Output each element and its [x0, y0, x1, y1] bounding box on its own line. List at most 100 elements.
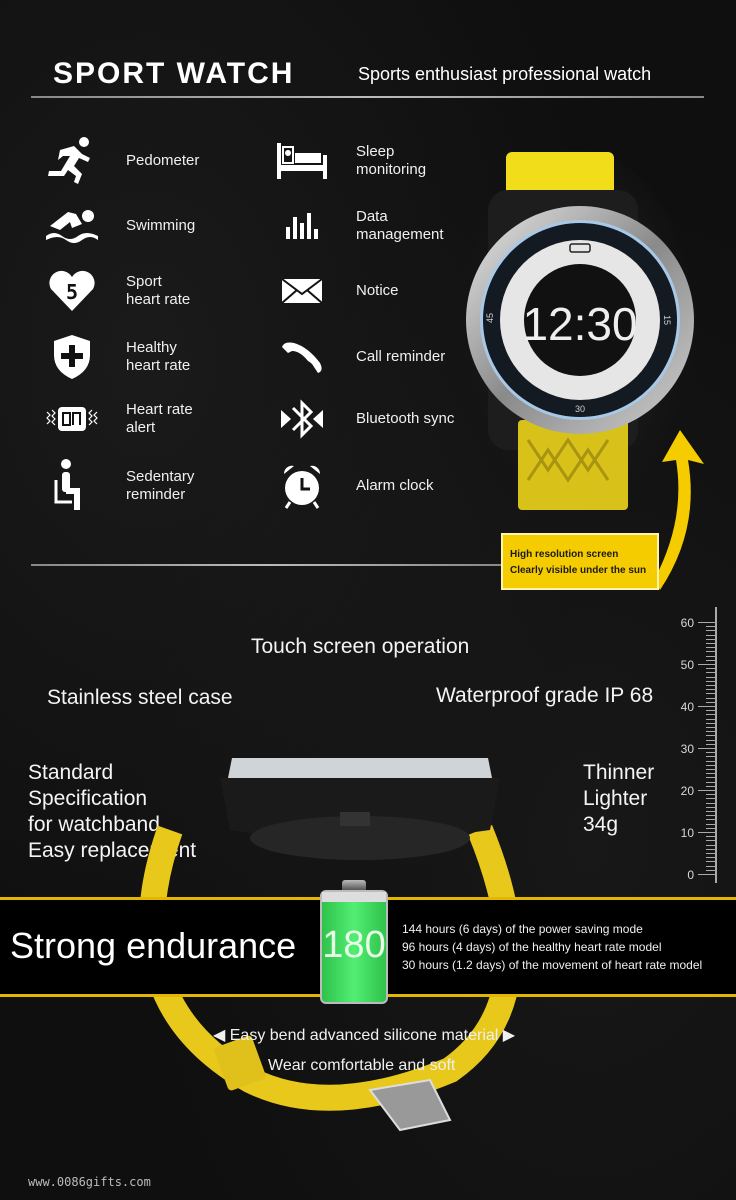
- ruler-label: 10: [680, 826, 694, 840]
- page-subtitle: Sports enthusiast professional watch: [358, 64, 652, 84]
- running-person-icon: [42, 137, 102, 184]
- ruler-tick: [698, 874, 715, 875]
- website-link[interactable]: www.0086gifts.com: [28, 1175, 151, 1189]
- swimmer-icon: [42, 203, 102, 249]
- ruler-label: 40: [680, 700, 694, 714]
- page-title: SPORT WATCH: [53, 57, 295, 90]
- ruler-tick: [706, 680, 715, 682]
- ruler-label: 0: [687, 868, 694, 882]
- ruler-tick: [706, 626, 715, 628]
- ruler-tick: [706, 743, 715, 745]
- ruler-tick: [706, 777, 715, 779]
- alarm-clock-icon: [272, 463, 332, 509]
- stat-line: 30 hours (1.2 days) of the movement of h…: [402, 958, 703, 972]
- ruler-tick: [706, 819, 715, 821]
- material-line-1: ◀ Easy bend advanced silicone material ▶: [213, 1027, 516, 1044]
- ruler-tick: [706, 811, 715, 812]
- ruler-tick: [706, 659, 715, 661]
- feature-sedentary-reminder: Sedentary reminder: [42, 459, 266, 510]
- ruler-tick: [706, 756, 715, 758]
- ruler-tick: [706, 634, 715, 636]
- ruler-tick: [706, 840, 715, 842]
- ruler-tick: [706, 647, 715, 649]
- bezel-label-15: 15: [662, 315, 672, 325]
- feature-heart-rate-alert: Heart rate alert: [42, 396, 266, 442]
- ruler-tick: [698, 706, 715, 707]
- battery-icon: 180: [320, 880, 388, 1004]
- ruler-tick: [706, 806, 715, 808]
- stat-line: 96 hours (4 days) of the healthy heart r…: [402, 940, 662, 954]
- shield-plus-icon: [42, 334, 102, 380]
- spec-case: Stainless steel case: [47, 686, 233, 709]
- ruler-label: 60: [680, 616, 694, 630]
- ruler-tick: [706, 861, 715, 863]
- feature-label: Pedometer: [126, 152, 200, 169]
- feature-pedometer: Pedometer: [42, 137, 266, 184]
- ruler-tick: [706, 760, 715, 762]
- stat-line: 144 hours (6 days) of the power saving m…: [402, 922, 643, 936]
- ruler-tick: [706, 739, 715, 741]
- ruler-tick: [706, 693, 715, 695]
- ruler-tick: [706, 769, 715, 770]
- ruler-tick: [706, 815, 715, 817]
- vibrating-alert-icon: [42, 396, 102, 442]
- ruler-tick: [706, 701, 715, 703]
- ruler-tick: [706, 827, 715, 829]
- svg-text:5: 5: [66, 280, 78, 304]
- ruler-tick: [706, 731, 715, 733]
- spec-waterproof: Waterproof grade IP 68: [436, 684, 654, 707]
- ruler-tick: [706, 785, 715, 787]
- bed-icon: [272, 138, 332, 184]
- ruler-tick: [706, 802, 715, 804]
- seated-person-icon: [42, 459, 102, 510]
- ruler-tick: [706, 798, 715, 800]
- ruler-tick: [706, 722, 715, 724]
- ruler-tick: [706, 869, 715, 871]
- bluetooth-icon: [272, 396, 332, 442]
- callout-line-1: High resolution screen: [510, 549, 619, 560]
- ruler-tick: [706, 689, 715, 691]
- battery-value: 180: [322, 924, 386, 966]
- feature-label: Healthy heart rate: [126, 339, 191, 374]
- ruler-tick: [706, 764, 715, 766]
- material-line-2: Wear comfortable and soft: [268, 1057, 456, 1074]
- ruler-tick: [706, 844, 715, 846]
- ruler-tick: [706, 643, 715, 644]
- ruler-tick: [706, 638, 715, 640]
- ruler-tick: [706, 710, 715, 712]
- ruler-tick: [706, 853, 715, 854]
- bar-chart-icon: [272, 203, 332, 249]
- ruler-tick: [706, 848, 715, 850]
- ruler-tick: [698, 664, 715, 665]
- ruler-tick: [706, 752, 715, 754]
- ruler-tick: [706, 676, 715, 678]
- ruler-tick: [706, 727, 715, 728]
- ruler-tick: [706, 865, 715, 867]
- bezel-label-30: 30: [575, 404, 585, 414]
- ruler-tick: [706, 714, 715, 716]
- ruler-tick: [698, 622, 715, 623]
- ruler-label: 30: [680, 742, 694, 756]
- ruler-tick: [698, 832, 715, 833]
- ruler-tick: [706, 651, 715, 653]
- spec-touch: Touch screen operation: [251, 635, 470, 658]
- bezel-label-45: 45: [485, 313, 495, 323]
- feature-sport-heart-rate: 5 Sport heart rate: [42, 268, 266, 314]
- ruler-tick: [706, 857, 715, 859]
- watch-time: 12:30: [522, 298, 637, 350]
- ruler-tick: [698, 790, 715, 791]
- feature-swimming: Swimming: [42, 203, 266, 249]
- endurance-stats: 144 hours (6 days) of the power saving m…: [402, 920, 702, 974]
- endurance-title: Strong endurance: [10, 925, 297, 966]
- feature-label: Sedentary reminder: [126, 468, 195, 503]
- ruler-tick: [706, 685, 715, 686]
- heart-5-icon: 5: [42, 268, 102, 314]
- callout-line-2: Clearly visible under the sun: [510, 565, 647, 576]
- envelope-icon: [272, 268, 332, 314]
- ruler-tick: [706, 672, 715, 674]
- ruler-tick: [706, 630, 715, 632]
- section-divider: [31, 564, 501, 566]
- header-divider: [31, 96, 704, 98]
- thickness-ruler: 60 50 40 30 20 10 0: [640, 605, 736, 885]
- ruler-tick: [706, 735, 715, 737]
